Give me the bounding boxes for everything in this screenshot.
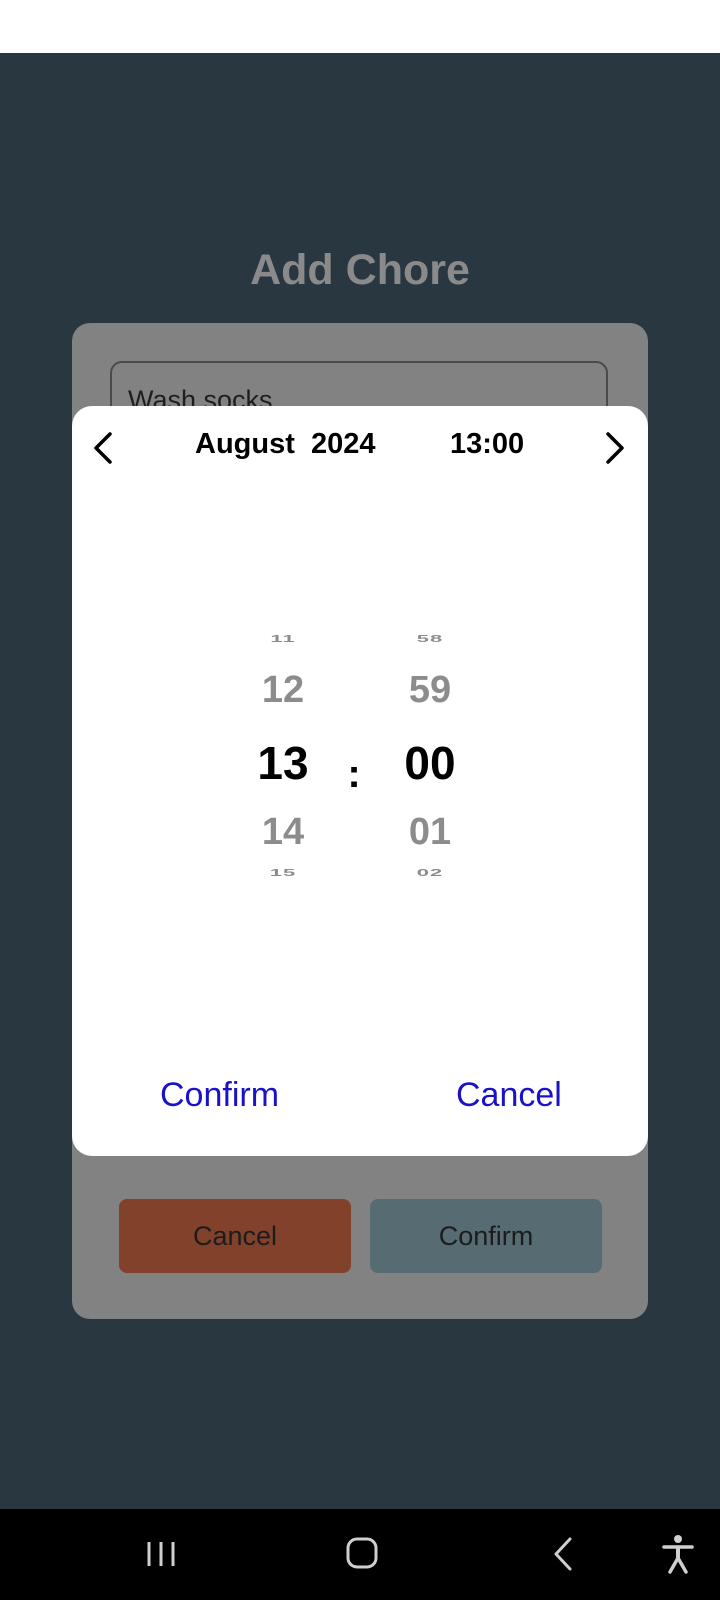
- hour-below[interactable]: 14: [243, 811, 323, 854]
- minute-above[interactable]: 59: [390, 669, 470, 712]
- back-icon[interactable]: [548, 1535, 578, 1578]
- page-title: Add Chore: [250, 246, 470, 294]
- minute-far-below[interactable]: 02: [390, 867, 470, 879]
- minute-far-above[interactable]: 58: [390, 633, 470, 645]
- hour-far-above[interactable]: 11: [243, 633, 323, 645]
- picker-month[interactable]: August: [195, 428, 295, 461]
- form-confirm-button[interactable]: Confirm: [370, 1199, 602, 1273]
- recent-apps-icon[interactable]: [144, 1537, 178, 1576]
- chevron-right-icon[interactable]: [596, 428, 632, 468]
- minute-selected[interactable]: 00: [390, 736, 470, 790]
- time-separator: :: [347, 752, 361, 796]
- picker-cancel-button[interactable]: Cancel: [456, 1076, 562, 1115]
- picker-year[interactable]: 2024: [311, 428, 376, 461]
- accessibility-icon[interactable]: [660, 1533, 696, 1580]
- picker-confirm-button[interactable]: Confirm: [160, 1076, 279, 1115]
- minute-below[interactable]: 01: [390, 811, 470, 854]
- system-navigation-bar: [0, 1509, 720, 1600]
- picker-time[interactable]: 13:00: [450, 428, 524, 461]
- hour-above[interactable]: 12: [243, 669, 323, 712]
- hour-far-below[interactable]: 15: [243, 867, 323, 879]
- status-bar: [0, 0, 720, 53]
- hour-selected[interactable]: 13: [243, 736, 323, 790]
- form-cancel-button[interactable]: Cancel: [119, 1199, 351, 1273]
- home-icon[interactable]: [344, 1535, 380, 1576]
- chevron-left-icon[interactable]: [86, 428, 122, 468]
- date-time-picker-dialog: August 2024 13:00 11 12 13 14 15 : 58 59…: [72, 406, 648, 1156]
